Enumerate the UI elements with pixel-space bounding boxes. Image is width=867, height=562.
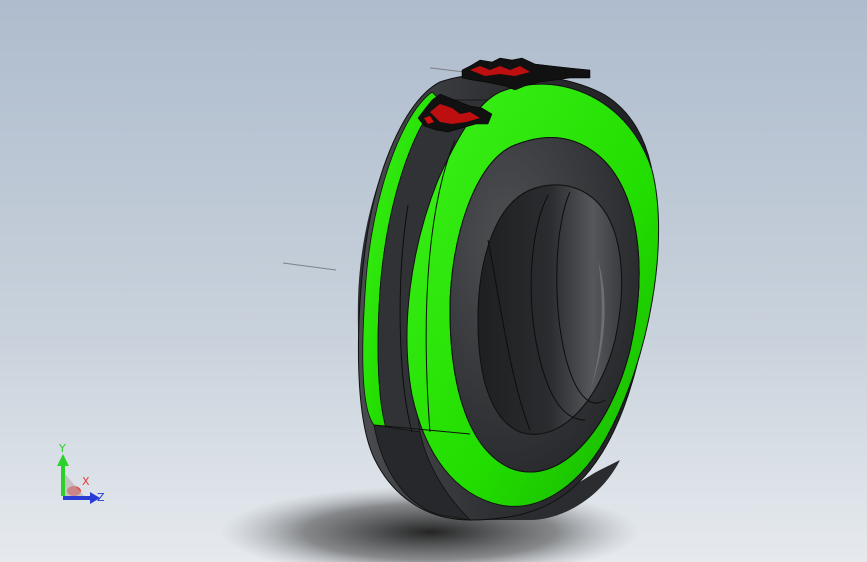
triad-z-axis [63,496,93,500]
graphics-viewport[interactable]: Y X Z [0,0,867,562]
triad-y-axis [61,462,65,496]
triad-y-label: Y [59,442,66,455]
view-orientation-triad[interactable]: Y X Z [46,440,116,515]
triad-x-label: X [82,475,90,488]
tire-body[interactable] [357,72,660,521]
triad-graphic [57,454,100,504]
triad-y-arrow [57,454,69,466]
model-scene[interactable] [0,0,867,562]
triad-z-label: Z [97,491,105,504]
